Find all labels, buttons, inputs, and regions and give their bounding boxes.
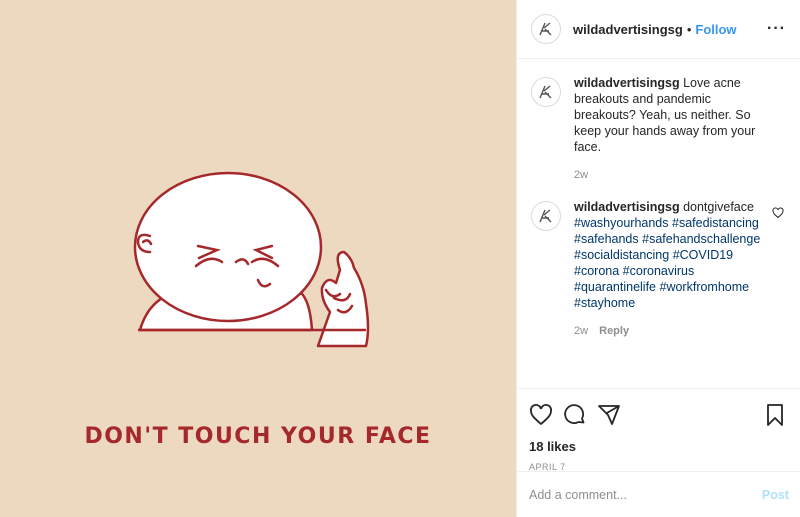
hashtag-link[interactable]: #quarantinelife bbox=[574, 280, 656, 294]
comments-list[interactable]: wildadvertisingsg Love acne breakouts an… bbox=[517, 59, 800, 387]
hashtag-link[interactable]: #safedistancing bbox=[672, 216, 759, 230]
hashtag-link[interactable]: #socialdistancing bbox=[574, 248, 669, 262]
comment-text: dontgiveface bbox=[683, 200, 754, 214]
hashtag-link[interactable]: #safehandschallenge bbox=[642, 232, 760, 246]
caption-comment: wildadvertisingsg Love acne breakouts an… bbox=[531, 75, 784, 183]
avatar[interactable] bbox=[531, 14, 561, 44]
separator-dot: • bbox=[686, 21, 692, 37]
hashtag-link[interactable]: #stayhome bbox=[574, 296, 635, 310]
comment-username[interactable]: wildadvertisingsg bbox=[574, 76, 680, 90]
brand-logo-icon bbox=[539, 22, 552, 36]
hashtag-link[interactable]: #workfromhome bbox=[660, 280, 750, 294]
comment-input[interactable] bbox=[529, 487, 762, 502]
more-options-icon[interactable]: ··· bbox=[767, 20, 786, 38]
hashtag-link[interactable]: #COVID19 bbox=[673, 248, 733, 262]
avatar[interactable] bbox=[531, 201, 561, 231]
heart-icon[interactable] bbox=[529, 403, 553, 427]
comments-panel: wildadvertisingsg • Follow ··· wildadver… bbox=[516, 0, 800, 517]
share-icon[interactable] bbox=[597, 403, 621, 427]
comment-time[interactable]: 2w bbox=[574, 169, 588, 181]
post-button[interactable]: Post bbox=[762, 488, 789, 502]
comment-time[interactable]: 2w bbox=[574, 325, 588, 337]
brand-logo-icon bbox=[539, 85, 552, 99]
comment-username[interactable]: wildadvertisingsg bbox=[574, 200, 680, 214]
hashtag-link[interactable]: #coronavirus bbox=[623, 264, 695, 278]
add-comment-bar: Post bbox=[517, 471, 800, 517]
hashtag-link[interactable]: #corona bbox=[574, 264, 619, 278]
header-username[interactable]: wildadvertisingsg bbox=[573, 22, 683, 37]
image-caption: DON'T TOUCH YOUR FACE bbox=[84, 424, 432, 449]
post-header: wildadvertisingsg • Follow ··· bbox=[517, 0, 800, 59]
hashtag-comment: wildadvertisingsg dontgiveface #washyour… bbox=[531, 199, 784, 339]
post-window: DON'T TOUCH YOUR FACE wildadvertisingsg … bbox=[0, 0, 800, 517]
comment-like-icon[interactable] bbox=[772, 207, 784, 219]
hashtag-link[interactable]: #washyourhands bbox=[574, 216, 669, 230]
hashtag-link[interactable]: #safehands bbox=[574, 232, 639, 246]
bookmark-icon[interactable] bbox=[763, 403, 787, 427]
likes-count[interactable]: 18 likes bbox=[529, 439, 787, 454]
post-image[interactable]: DON'T TOUCH YOUR FACE bbox=[0, 0, 516, 517]
reply-button[interactable]: Reply bbox=[599, 325, 629, 337]
avatar[interactable] bbox=[531, 77, 561, 107]
comment-icon[interactable] bbox=[563, 403, 587, 427]
action-bar: 18 likes APRIL 7 bbox=[517, 388, 800, 472]
brand-logo-icon bbox=[539, 209, 552, 223]
follow-button[interactable]: Follow bbox=[695, 22, 736, 37]
